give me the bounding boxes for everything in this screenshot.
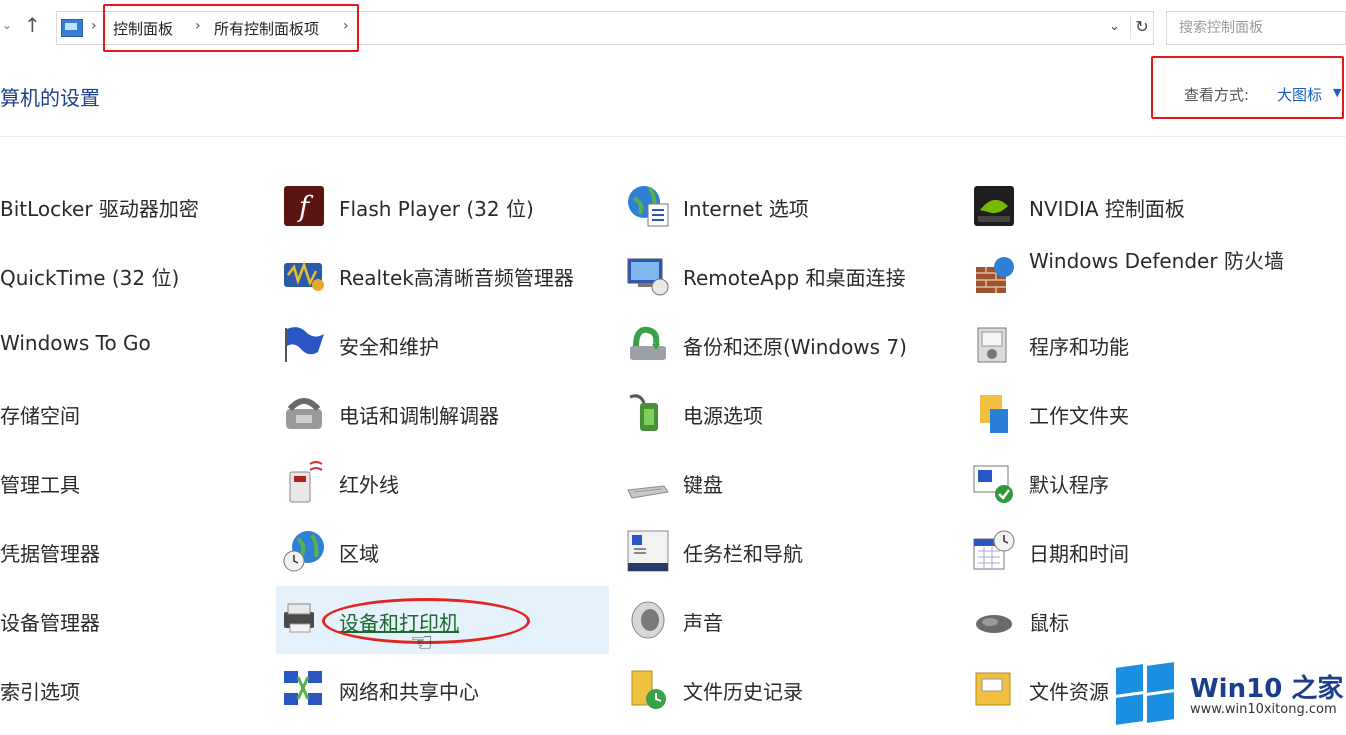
item-label: 区域 xyxy=(339,542,379,566)
nvidia-icon xyxy=(974,186,1014,226)
item-label: Windows To Go xyxy=(0,331,151,355)
item-label: 鼠标 xyxy=(1029,611,1069,635)
item-label: 文件资源 xyxy=(1029,680,1109,704)
item-label: Internet 选项 xyxy=(683,197,809,221)
flag-icon xyxy=(285,327,324,362)
phone-icon xyxy=(286,398,322,429)
item-label: 备份和还原(Windows 7) xyxy=(683,335,907,359)
default-programs-icon xyxy=(973,465,1013,503)
up-arrow-icon[interactable]: ↑ xyxy=(24,13,41,37)
item-label: 网络和共享中心 xyxy=(339,680,479,704)
item-label: Flash Player (32 位) xyxy=(339,197,534,221)
infrared-icon xyxy=(289,461,323,503)
address-dropdown-chevron-icon[interactable]: ⌄ xyxy=(1109,19,1120,34)
item-label: 声音 xyxy=(683,611,723,635)
item-label: Realtek高清晰音频管理器 xyxy=(339,266,574,290)
item-label: 默认程序 xyxy=(1029,473,1109,497)
item-label: 键盘 xyxy=(683,473,723,497)
recent-locations-chevron-icon[interactable]: ⌄ xyxy=(2,18,12,32)
address-row: ⌄ ↑ › 控制面板 › 所有控制面板项 › ⌄ ↻ xyxy=(0,0,1346,54)
item-label: Windows Defender 防火墙 xyxy=(1029,249,1284,273)
item-label: 电源选项 xyxy=(683,404,763,428)
flash-player-icon: f xyxy=(284,186,324,226)
file-explorer-icon xyxy=(975,672,1011,706)
watermark-url: www.win10xitong.com xyxy=(1190,702,1337,717)
item-label: 安全和维护 xyxy=(339,335,439,359)
header-divider xyxy=(0,136,1346,137)
item-label: 存储空间 xyxy=(0,404,80,428)
item-label: NVIDIA 控制面板 xyxy=(1029,197,1185,221)
item-label: 管理工具 xyxy=(0,473,80,497)
page-title: 算机的设置 xyxy=(0,86,100,110)
item-label: 设备管理器 xyxy=(0,611,100,635)
item-label: 日期和时间 xyxy=(1029,542,1129,566)
hand-cursor-icon: ☜ xyxy=(410,628,434,658)
mouse-icon xyxy=(976,615,1012,633)
work-folders-icon xyxy=(980,395,1008,433)
backup-icon xyxy=(630,326,666,360)
remoteapp-icon xyxy=(627,258,669,296)
speaker-icon xyxy=(631,601,665,639)
firewall-icon xyxy=(976,257,1014,293)
network-icon xyxy=(284,671,322,705)
printer-icon xyxy=(284,603,314,633)
keyboard-icon xyxy=(627,485,669,499)
control-panel-icon xyxy=(61,19,83,37)
realtek-audio-icon xyxy=(284,261,324,291)
item-label: 电话和调制解调器 xyxy=(339,404,499,428)
globe-clock-icon xyxy=(283,531,324,572)
item-label: 索引选项 xyxy=(0,680,80,704)
item-label: 红外线 xyxy=(339,473,399,497)
annotation-red-box-breadcrumb xyxy=(103,4,359,52)
search-input[interactable] xyxy=(1177,13,1341,43)
refresh-icon[interactable]: ↻ xyxy=(1130,15,1153,39)
item-label: 任务栏和导航 xyxy=(683,542,803,566)
watermark: Win10 之家 www.win10xitong.com xyxy=(1114,660,1346,735)
internet-options-icon xyxy=(628,186,669,227)
search-box[interactable] xyxy=(1166,11,1346,45)
item-label: 文件历史记录 xyxy=(683,680,803,704)
windows-logo-icon xyxy=(1116,662,1176,725)
programs-icon xyxy=(977,327,1007,363)
file-history-icon xyxy=(631,670,666,709)
taskbar-icon xyxy=(627,530,669,572)
item-label: 工作文件夹 xyxy=(1029,404,1129,428)
calendar-clock-icon xyxy=(973,530,1015,570)
item-label: 程序和功能 xyxy=(1029,335,1129,359)
item-label: RemoteApp 和桌面连接 xyxy=(683,266,906,290)
watermark-title: Win10 之家 xyxy=(1190,674,1344,704)
item-label: 凭据管理器 xyxy=(0,542,100,566)
breadcrumb-separator-icon[interactable]: › xyxy=(91,18,97,34)
item-label: BitLocker 驱动器加密 xyxy=(0,197,199,221)
item-label: QuickTime (32 位) xyxy=(0,266,180,290)
annotation-red-box-view-by xyxy=(1151,56,1344,119)
power-icon xyxy=(629,394,658,431)
